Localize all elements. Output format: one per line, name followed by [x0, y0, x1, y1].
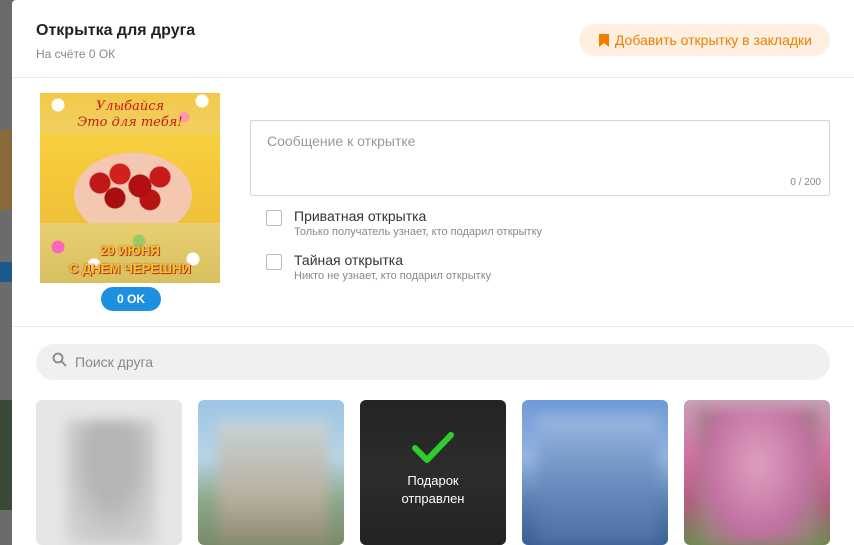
char-counter: 0 / 200: [790, 177, 821, 188]
add-bookmark-label: Добавить открытку в закладки: [614, 32, 812, 48]
message-input[interactable]: [251, 121, 829, 195]
gift-sent-label: Подарок отправлен: [401, 472, 464, 508]
postcard-date: 29 ИЮНЯ: [100, 243, 160, 258]
secret-label: Тайная открытка: [294, 252, 404, 268]
secret-checkbox[interactable]: [266, 254, 282, 270]
compose-section: Улыбайся Это для тебя! 29 ИЮНЯ С ДНЕМ ЧЕ…: [12, 79, 854, 327]
friend-avatar: [698, 410, 818, 545]
friend-avatar: [66, 420, 156, 545]
friend-search[interactable]: [36, 344, 830, 380]
checkmark-icon: [411, 431, 455, 470]
postcard-dialog: Открытка для друга На счёте 0 ОК Добавит…: [12, 0, 854, 545]
dialog-title: Открытка для друга: [36, 22, 196, 39]
friend-card[interactable]: [198, 400, 344, 545]
price-badge: 0 OK: [101, 287, 161, 311]
friend-card[interactable]: [522, 400, 668, 545]
private-hint: Только получатель узнает, кто подарил от…: [294, 226, 542, 238]
secret-hint: Никто не узнает, кто подарил открытку: [294, 270, 492, 282]
balance-text: На счёте 0 ОК: [36, 47, 116, 61]
postcard-date: С ДНЕМ ЧЕРЕШНИ: [69, 261, 191, 276]
friend-card-sent[interactable]: Подарок отправлен: [360, 400, 506, 545]
gift-sent-line: Подарок: [407, 473, 459, 488]
postcard-image[interactable]: Улыбайся Это для тебя! 29 ИЮНЯ С ДНЕМ ЧЕ…: [40, 93, 220, 283]
friend-avatar: [538, 416, 658, 545]
friend-card[interactable]: [36, 400, 182, 545]
private-label: Приватная открытка: [294, 208, 427, 224]
postcard-text: Это для тебя!: [77, 115, 183, 130]
postcard-text: Улыбайся: [95, 99, 165, 114]
postcard-cherries: [80, 153, 180, 213]
private-checkbox[interactable]: [266, 210, 282, 226]
bookmark-icon: [598, 33, 609, 47]
friends-grid: Подарок отправлен: [36, 400, 854, 545]
friend-card[interactable]: [684, 400, 830, 545]
search-icon: [52, 352, 67, 372]
search-input[interactable]: [75, 354, 775, 370]
message-field[interactable]: 0 / 200: [250, 120, 830, 196]
add-bookmark-button[interactable]: Добавить открытку в закладки: [578, 24, 830, 56]
gift-sent-overlay: Подарок отправлен: [360, 400, 506, 545]
gift-sent-line: отправлен: [401, 491, 465, 506]
dialog-header: Открытка для друга На счёте 0 ОК Добавит…: [12, 0, 854, 78]
friend-avatar: [218, 420, 328, 545]
